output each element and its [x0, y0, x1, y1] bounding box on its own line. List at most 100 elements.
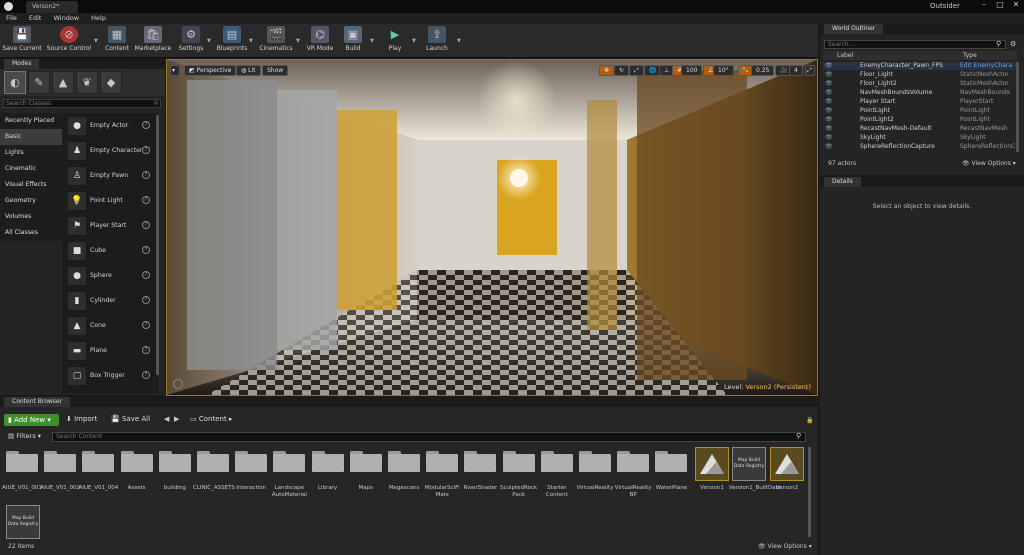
build-button[interactable]: ▣ Build	[340, 25, 366, 57]
rotate-tool-icon[interactable]: ↻	[614, 65, 630, 76]
help-icon[interactable]: ?	[142, 246, 150, 254]
visibility-eye-icon[interactable]: 👁	[825, 71, 833, 79]
geometry-mode-icon[interactable]: ◆	[100, 71, 122, 94]
asset-thumbnail[interactable]: Map Build Data Registry	[6, 505, 40, 539]
rotation-snap-value[interactable]: 10°	[713, 65, 734, 76]
history-back-icon[interactable]: ◀	[164, 415, 169, 423]
visibility-eye-icon[interactable]: 👁	[825, 107, 833, 115]
visibility-eye-icon[interactable]: 👁	[825, 134, 833, 142]
list-item[interactable]: ♟ Empty Character?	[66, 140, 154, 165]
filters-button[interactable]: ▤ Filters ▾	[8, 432, 41, 440]
minimize-button[interactable]: –	[978, 0, 990, 12]
help-icon[interactable]: ?	[142, 296, 150, 304]
maximize-button[interactable]: □	[994, 0, 1006, 12]
folder-icon[interactable]	[311, 450, 344, 472]
folder-icon[interactable]	[82, 450, 115, 472]
outliner-search-input[interactable]: Search...	[824, 40, 1006, 49]
visibility-eye-icon[interactable]: 👁	[825, 62, 833, 70]
blueprints-dropdown-icon[interactable]: ▼	[249, 38, 253, 44]
world-outliner-tab[interactable]: World Outliner	[820, 24, 1024, 34]
launch-button[interactable]: ⇪ Launch	[420, 25, 454, 57]
modes-tab[interactable]: Modes	[0, 59, 165, 69]
settings-dropdown-icon[interactable]: ▼	[207, 38, 211, 44]
help-icon[interactable]: ?	[142, 121, 150, 129]
folder-icon[interactable]	[464, 450, 497, 472]
folder-icon[interactable]	[502, 450, 535, 472]
content-button[interactable]: ▦ Content	[102, 25, 132, 57]
asset-thumbnail[interactable]: Map Build Data Registry	[732, 447, 766, 481]
folder-icon[interactable]	[158, 450, 191, 472]
help-icon[interactable]: ?	[142, 346, 150, 354]
folder-icon[interactable]	[388, 450, 420, 472]
source-control-dropdown-icon[interactable]: ▼	[94, 38, 98, 44]
list-item[interactable]: ▲ Cone?	[66, 315, 154, 340]
folder-icon[interactable]	[273, 450, 306, 472]
launch-dropdown-icon[interactable]: ▼	[457, 38, 461, 44]
folder-icon[interactable]	[349, 450, 382, 472]
folder-icon[interactable]	[120, 450, 153, 472]
asset-thumbnail[interactable]	[770, 447, 804, 481]
blueprints-button[interactable]: ▤ Blueprints	[214, 25, 250, 57]
search-classes-input[interactable]: Search Classes ⚲	[3, 99, 161, 108]
list-item[interactable]: ● Empty Actor?	[66, 115, 154, 140]
menu-help[interactable]: Help	[85, 13, 112, 24]
folder-icon[interactable]	[235, 450, 268, 472]
folder-icon[interactable]	[426, 450, 459, 472]
play-button[interactable]: ▶ Play	[382, 25, 408, 57]
list-item[interactable]: 💡 Point Light?	[66, 190, 154, 215]
perspective-button[interactable]: ◩ Perspective	[184, 65, 237, 76]
list-item[interactable]: ● Sphere?	[66, 265, 154, 290]
place-mode-icon[interactable]: ◐	[4, 71, 26, 94]
landscape-mode-icon[interactable]: ▲	[52, 71, 74, 94]
list-item[interactable]: ■ Cube?	[66, 240, 154, 265]
add-new-button[interactable]: ▮ Add New ▾	[4, 414, 59, 426]
visibility-eye-icon[interactable]: 👁	[825, 125, 833, 133]
grid-snap-value[interactable]: 100	[681, 65, 703, 76]
help-icon[interactable]: ?	[142, 321, 150, 329]
category-basic[interactable]: Basic	[0, 129, 62, 145]
history-forward-icon[interactable]: ▶	[174, 415, 179, 423]
folder-icon[interactable]	[655, 450, 688, 472]
scale-tool-icon[interactable]: ⤢	[629, 65, 644, 76]
category-lights[interactable]: Lights	[0, 145, 62, 161]
lock-icon[interactable]: 🔒	[806, 417, 813, 424]
content-scrollbar[interactable]	[808, 447, 811, 537]
play-dropdown-icon[interactable]: ▼	[412, 38, 416, 44]
help-icon[interactable]: ?	[142, 146, 150, 154]
close-button[interactable]: ✕	[1010, 0, 1022, 12]
view-options-button[interactable]: 👁 View Options ▾	[962, 160, 1016, 167]
list-item[interactable]: ⚑ Player Start?	[66, 215, 154, 240]
list-item[interactable]: ▢ Box Trigger?	[66, 365, 154, 390]
help-icon[interactable]: ?	[142, 371, 150, 379]
category-volumes[interactable]: Volumes	[0, 209, 62, 225]
marketplace-button[interactable]: 🛍 Marketplace	[133, 25, 173, 57]
menu-edit[interactable]: Edit	[23, 13, 48, 24]
view-options-button[interactable]: 👁 View Options ▾	[758, 543, 812, 550]
document-tab[interactable]: Verson2*	[26, 1, 78, 13]
show-button[interactable]: Show	[262, 65, 289, 76]
visibility-eye-icon[interactable]: 👁	[825, 98, 833, 106]
folder-icon[interactable]	[197, 450, 229, 472]
column-type[interactable]: Type	[963, 51, 977, 60]
modes-scrollbar[interactable]	[156, 115, 159, 375]
scale-snap-value[interactable]: 0.25	[751, 65, 775, 76]
paint-mode-icon[interactable]: ✎	[28, 71, 50, 94]
help-icon[interactable]: ?	[142, 221, 150, 229]
level-viewport[interactable]: ▾ ◩ Perspective ◍ Lit Show ✥ ↻ ⤢ 🌐 ⊥ # 1…	[166, 59, 818, 396]
folder-icon[interactable]	[617, 450, 650, 472]
save-current-button[interactable]: 💾 Save Current	[2, 25, 42, 57]
category-all-classes[interactable]: All Classes	[0, 225, 62, 241]
vr-mode-button[interactable]: ⌬ VR Mode	[303, 25, 337, 57]
visibility-eye-icon[interactable]: 👁	[825, 89, 833, 97]
folder-icon[interactable]	[540, 450, 573, 472]
outliner-settings-icon[interactable]: ⚙	[1010, 40, 1016, 48]
content-search-input[interactable]: Search Content	[52, 432, 806, 442]
outliner-scrollbar[interactable]	[1016, 62, 1019, 152]
help-icon[interactable]: ?	[142, 196, 150, 204]
cinematics-dropdown-icon[interactable]: ▼	[296, 38, 300, 44]
settings-button[interactable]: ⚙ Settings	[176, 25, 206, 57]
visibility-eye-icon[interactable]: 👁	[825, 143, 833, 151]
cinematics-button[interactable]: 🎬 Cinematics	[256, 25, 296, 57]
folder-icon[interactable]	[44, 450, 77, 472]
category-recently-placed[interactable]: Recently Placed	[0, 113, 62, 129]
